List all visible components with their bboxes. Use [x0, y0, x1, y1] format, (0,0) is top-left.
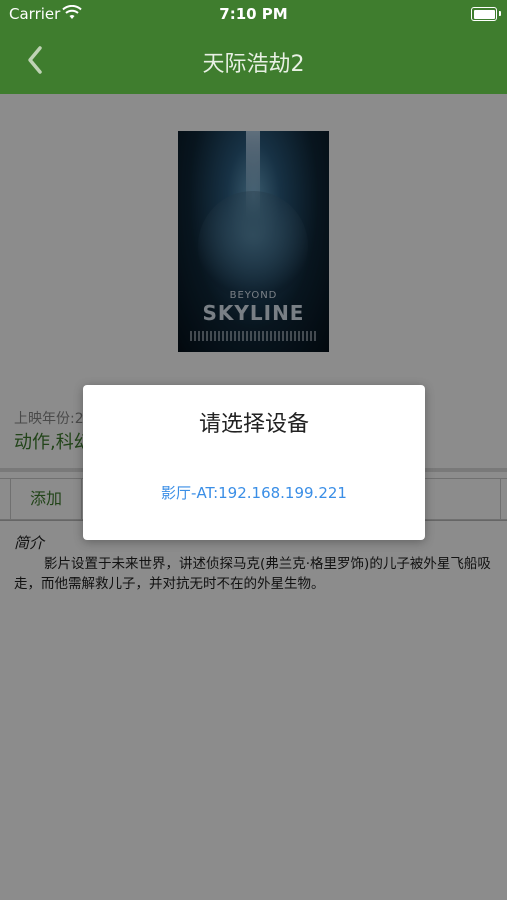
- device-option[interactable]: 影厅-AT:192.168.199.221: [83, 482, 425, 503]
- battery-tip: [499, 11, 501, 16]
- status-bar: Carrier 7:10 PM: [0, 0, 507, 28]
- device-picker-dialog: 请选择设备 影厅-AT:192.168.199.221: [83, 385, 425, 540]
- dialog-title: 请选择设备: [198, 412, 309, 437]
- page-title: 天际浩劫2: [202, 52, 305, 77]
- navigation-bar: 天际浩劫2: [0, 28, 507, 94]
- clock: 7:10 PM: [219, 5, 288, 23]
- battery-icon: [471, 7, 497, 21]
